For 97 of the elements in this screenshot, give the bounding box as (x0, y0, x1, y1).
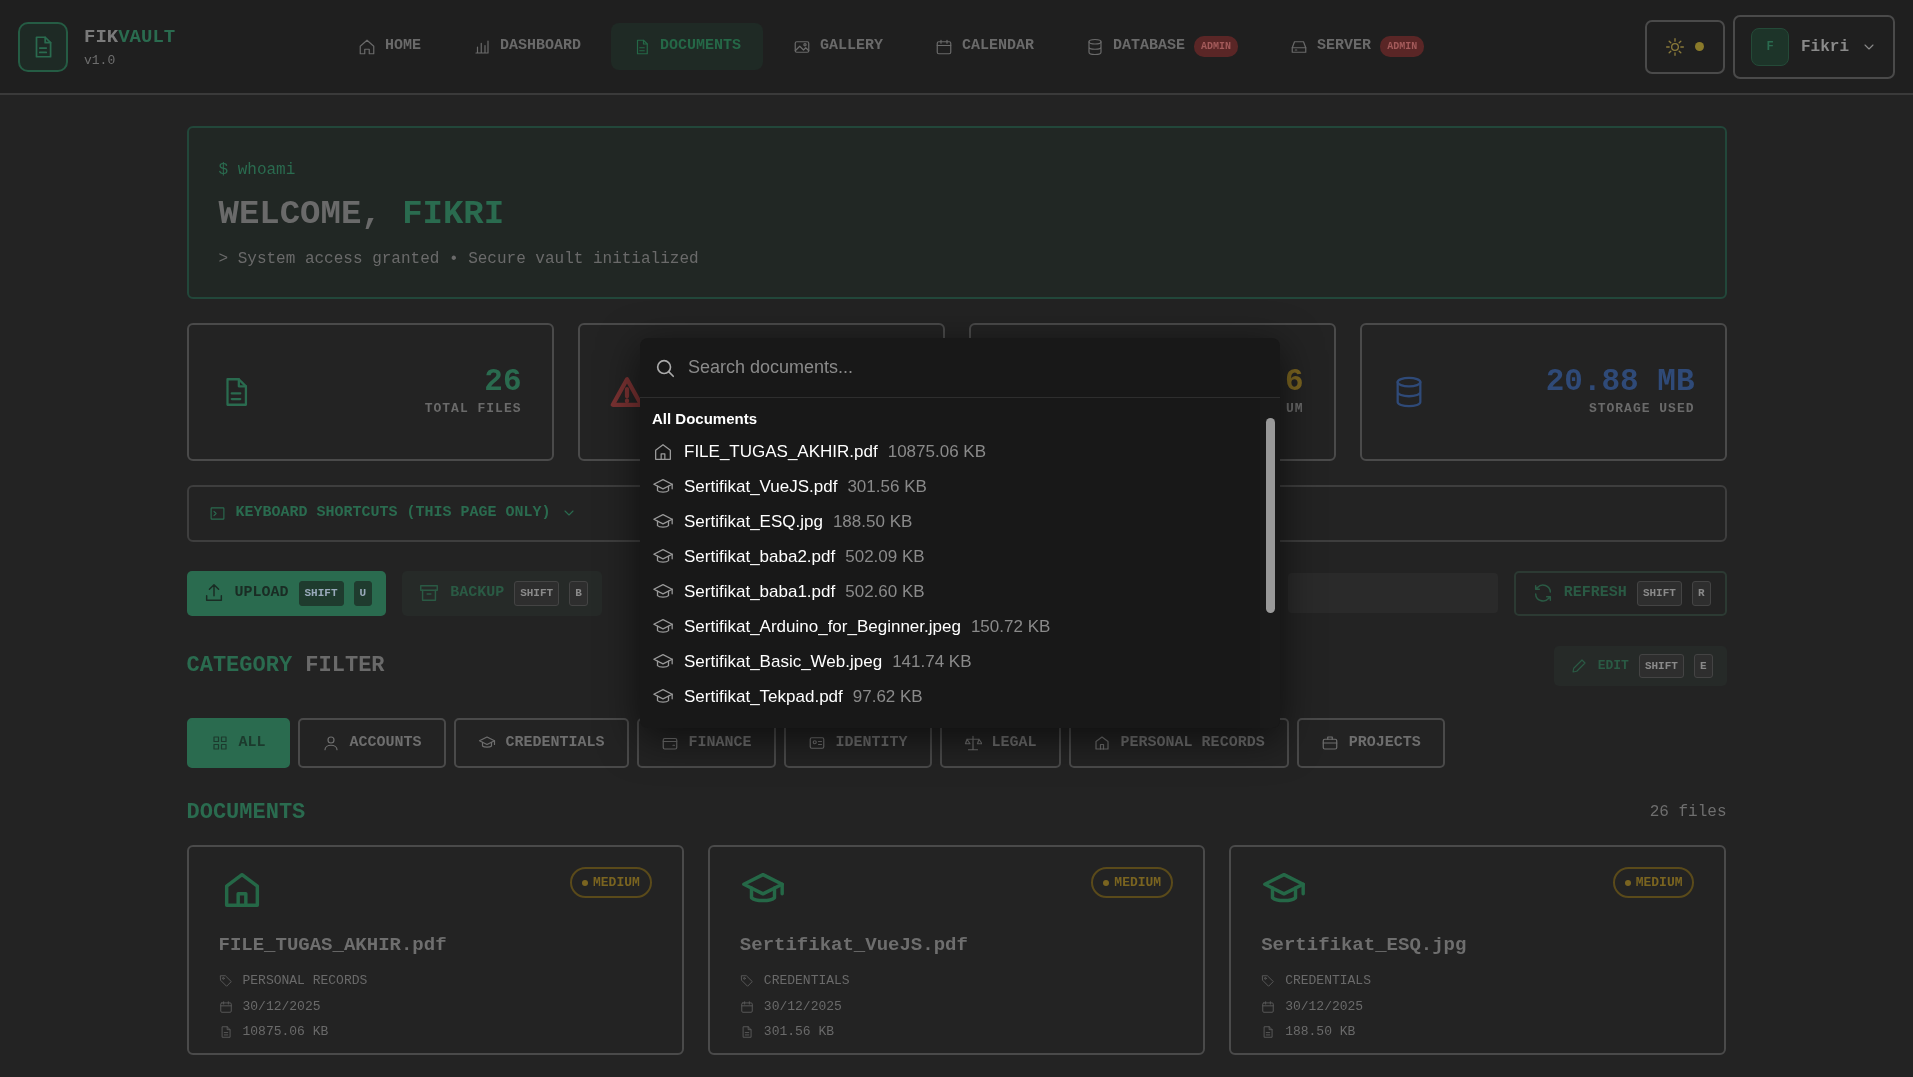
key-hint: SHIFT (298, 581, 344, 606)
result-group-heading: All Documents (652, 409, 758, 429)
nav-tab[interactable]: DOCUMENTS (611, 23, 764, 70)
sun-icon (1665, 36, 1686, 57)
calendar-icon (218, 999, 233, 1014)
document-size: 188.50 KB (1285, 1023, 1356, 1042)
home-icon (358, 37, 376, 56)
stat-label: TOTAL FILES (424, 400, 522, 419)
database-icon (1086, 37, 1105, 56)
result-name: FILE_TUGAS_AKHIR.pdf (684, 441, 878, 464)
document-category: PERSONAL RECORDS (242, 972, 368, 991)
search-result[interactable]: Sertifikat_Basic_Web.jpeg 141.74 KB (652, 644, 1258, 680)
grid-icon (210, 733, 229, 752)
result-size: 150.72 KB (970, 616, 1051, 639)
search-result[interactable]: FILE_TUGAS_AKHIR.pdf 10875.06 KB (652, 434, 1258, 470)
command-prompt: $ whoami (218, 160, 297, 181)
key-hint: E (1693, 653, 1713, 679)
document-date: 30/12/2025 (763, 997, 842, 1016)
briefcase-icon (1320, 733, 1339, 752)
document-category: CREDENTIALS (1285, 972, 1371, 991)
admin-badge: ADMIN (1380, 36, 1425, 57)
document-category: CREDENTIALS (763, 972, 850, 991)
tag-icon (218, 974, 233, 989)
search-result[interactable]: Sertifikat_Tekpad.pdf 97.62 KB (652, 679, 1258, 715)
stat-value: 26 (483, 365, 522, 400)
admin-badge: ADMIN (1194, 36, 1239, 57)
priority-badge: MEDIUM (1612, 866, 1695, 899)
key-hint: B (569, 581, 588, 606)
tag-icon (739, 974, 754, 989)
nav-tab[interactable]: CALENDAR (913, 23, 1057, 70)
result-name: Sertifikat_Arduino_for_Beginner.jpeg (684, 616, 961, 639)
priority-badge: MEDIUM (570, 866, 652, 899)
search-input[interactable]: Search documents... (686, 353, 1266, 382)
terminal-icon (208, 504, 226, 522)
stat-value: 6 (1284, 365, 1304, 400)
key-hint: SHIFT (1636, 581, 1682, 606)
result-size: 502.60 KB (845, 581, 925, 604)
status-line: > System access granted • Secure vault initialized (218, 248, 700, 270)
stat-value: 20.88 MB (1545, 365, 1695, 400)
nav-tab[interactable]: DASHBOARD (451, 23, 604, 70)
app-name: FIKVAULT (84, 24, 176, 50)
document-card[interactable]: MEDIUM Sertifikat_VueJS.pdf CREDENTIALS 30/12/2025 301.56 KB (707, 844, 1206, 1055)
key-hint: SHIFT (514, 581, 560, 606)
scale-icon (963, 733, 982, 752)
tag-icon (1261, 974, 1276, 989)
house-icon (652, 441, 674, 463)
calendar-icon (739, 999, 754, 1014)
category-filter[interactable]: PROJECTS (1296, 717, 1445, 768)
calendar-icon (1261, 999, 1276, 1014)
search-result[interactable]: Sertifikat_baba2.pdf 502.09 KB (652, 539, 1258, 575)
category-filter[interactable]: ACCOUNTS (297, 717, 446, 768)
nav-tab[interactable]: HOME (336, 23, 443, 70)
search-result[interactable]: Sertifikat_VueJS.pdf 301.56 KB (652, 469, 1258, 505)
result-name: Sertifikat_Basic_Web.jpeg (684, 651, 883, 674)
result-size: 10875.06 KB (887, 441, 986, 464)
app-version: v1.0 (84, 52, 117, 70)
user-icon (321, 733, 340, 752)
document-icon (1261, 1025, 1276, 1040)
key-hint: SHIFT (1638, 653, 1684, 679)
priority-badge: MEDIUM (1091, 866, 1174, 899)
document-date: 30/12/2025 (242, 997, 321, 1016)
result-name: Sertifikat_VueJS.pdf (684, 476, 838, 499)
document-card[interactable]: MEDIUM Sertifikat_ESQ.jpg CREDENTIALS 30/12/2025 188.50 KB (1229, 844, 1727, 1055)
stat-label: UM (1284, 400, 1304, 419)
result-size: 141.74 KB (892, 651, 972, 674)
key-hint: U (353, 581, 373, 606)
result-name: Sertifikat_baba1.pdf (684, 581, 836, 604)
result-name: Sertifikat_Tekpad.pdf (684, 686, 843, 709)
calendar-icon (935, 37, 954, 56)
result-size: 97.62 KB (852, 686, 923, 709)
category-filter[interactable]: CREDENTIALS (453, 717, 629, 768)
document-name: Sertifikat_ESQ.jpg (1261, 932, 1468, 958)
section-heading: CATEGORY FILTER (186, 652, 385, 681)
document-name: FILE_TUGAS_AKHIR.pdf (218, 932, 448, 958)
nav-tab[interactable]: SERVER ADMIN (1268, 23, 1447, 70)
result-size: 301.56 KB (847, 476, 927, 499)
document-name: Sertifikat_VueJS.pdf (739, 932, 969, 958)
nav-tab[interactable]: GALLERY (771, 23, 906, 70)
result-size: 502.09 KB (845, 546, 925, 569)
stat-label: STORAGE USED (1587, 400, 1695, 419)
upload-button[interactable]: UPLOAD SHIFT U (186, 570, 387, 616)
result-name: Sertifikat_baba2.pdf (684, 546, 836, 569)
theme-toggle[interactable] (1645, 19, 1725, 74)
search-result[interactable]: Sertifikat_ESQ.jpg 188.50 KB (652, 504, 1258, 540)
document-date: 30/12/2025 (1285, 997, 1364, 1016)
result-name: Sertifikat_ESQ.jpg (684, 511, 823, 534)
welcome-heading: WELCOME, FIKRI (218, 194, 506, 235)
search-result[interactable]: Sertifikat_Arduino_for_Beginner.jpeg 150.72 KB (652, 609, 1258, 645)
key-hint: R (1691, 581, 1711, 606)
file-count: 26 files (1649, 802, 1727, 824)
nav-tab[interactable]: DATABASE ADMIN (1064, 23, 1261, 70)
document-size: 10875.06 KB (242, 1023, 329, 1042)
result-size: 188.50 KB (832, 511, 913, 534)
section-heading: DOCUMENTS (186, 798, 306, 827)
search-result[interactable]: Sertifikat_baba1.pdf 502.60 KB (652, 574, 1258, 610)
document-card[interactable]: MEDIUM FILE_TUGAS_AKHIR.pdf PERSONAL RECORDS 30/12/2025 10875.06 KB (186, 844, 684, 1055)
document-size: 301.56 KB (763, 1023, 835, 1042)
